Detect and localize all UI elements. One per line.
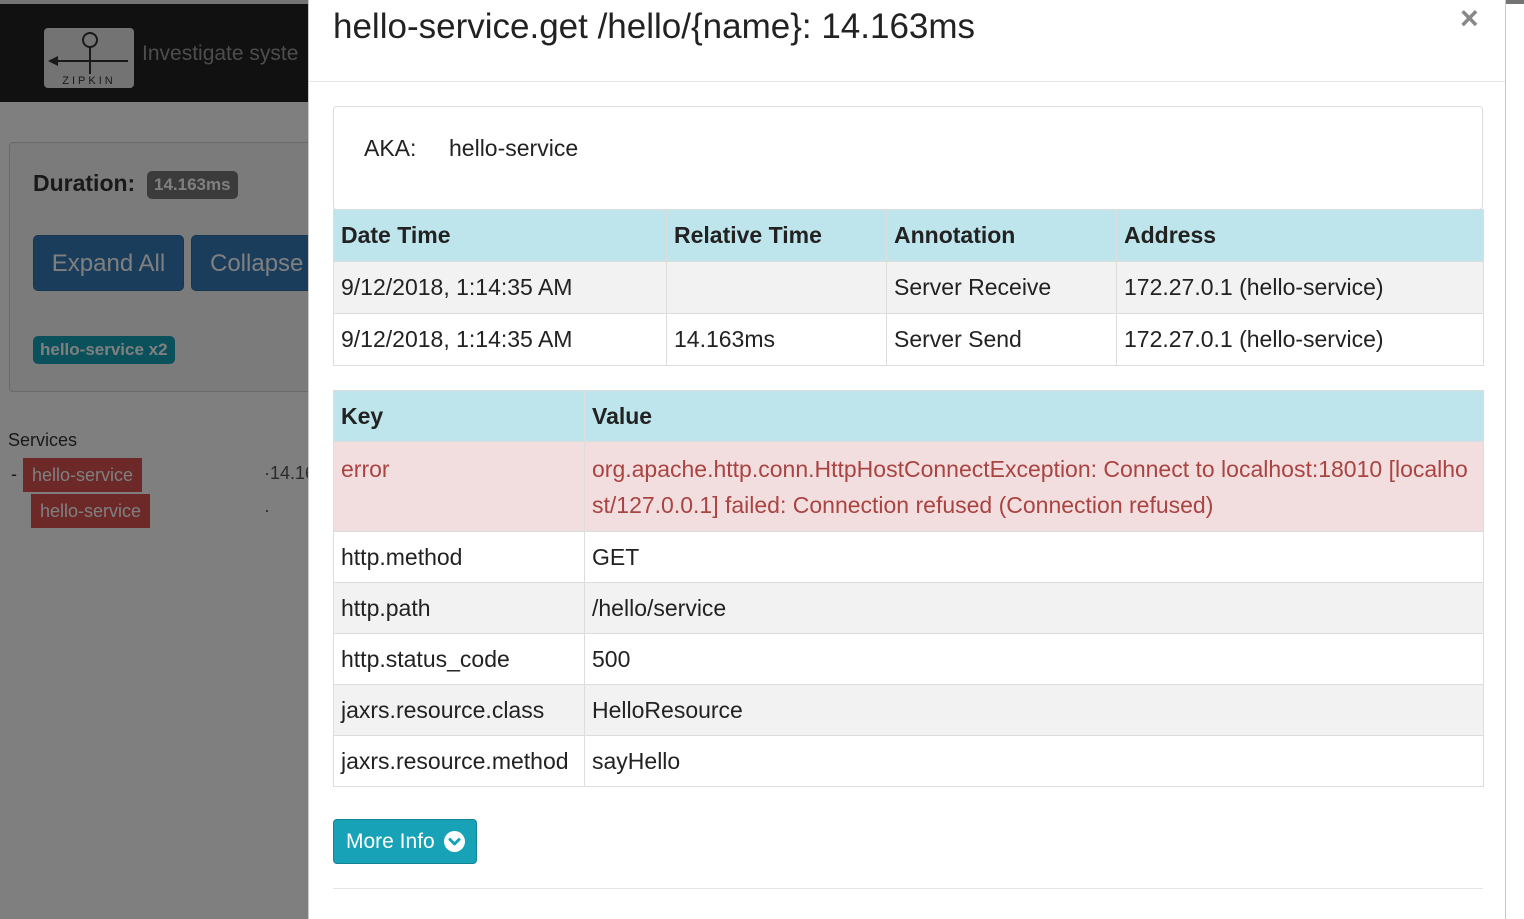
more-info-button[interactable]: More Info bbox=[333, 819, 477, 864]
tag-value-cell: sayHello bbox=[584, 735, 1484, 787]
annotation-cell: Server Receive bbox=[886, 261, 1117, 314]
date-time-cell: 9/12/2018, 1:14:35 AM bbox=[333, 261, 667, 314]
relative-time-cell bbox=[666, 261, 887, 314]
table-row: 9/12/2018, 1:14:35 AM 14.163ms Server Se… bbox=[333, 313, 1484, 366]
address-cell: 172.27.0.1 (hello-service) bbox=[1116, 313, 1484, 366]
column-header-date-time: Date Time bbox=[333, 209, 667, 262]
aka-label: AKA: bbox=[364, 135, 417, 161]
column-header-annotation: Annotation bbox=[886, 209, 1117, 262]
column-header-relative-time: Relative Time bbox=[666, 209, 887, 262]
table-row: jaxrs.resource.method sayHello bbox=[333, 735, 1484, 787]
table-row: http.path /hello/service bbox=[333, 582, 1484, 634]
table-row: jaxrs.resource.class HelloResource bbox=[333, 684, 1484, 736]
tag-key-cell: http.method bbox=[333, 531, 585, 583]
table-header-row: Date Time Relative Time Annotation Addre… bbox=[333, 209, 1484, 262]
table-row: http.status_code 500 bbox=[333, 633, 1484, 685]
table-header-row: Key Value bbox=[333, 390, 1484, 442]
modal-footer-divider bbox=[333, 888, 1483, 889]
tag-key-cell: jaxrs.resource.method bbox=[333, 735, 585, 787]
column-header-key: Key bbox=[333, 390, 585, 442]
annotations-table: Date Time Relative Time Annotation Addre… bbox=[333, 209, 1484, 366]
column-header-value: Value bbox=[584, 390, 1484, 442]
address-cell: 172.27.0.1 (hello-service) bbox=[1116, 261, 1484, 314]
relative-time-cell: 14.163ms bbox=[666, 313, 887, 366]
table-row: 9/12/2018, 1:14:35 AM Server Receive 172… bbox=[333, 261, 1484, 314]
tag-key-cell: http.status_code bbox=[333, 633, 585, 685]
tags-table: Key Value error org.apache.http.conn.Htt… bbox=[333, 390, 1484, 787]
annotation-cell: Server Send bbox=[886, 313, 1117, 366]
modal-title: hello-service.get /hello/{name}: 14.163m… bbox=[333, 7, 976, 46]
aka-value: hello-service bbox=[449, 135, 579, 161]
tag-value-cell: /hello/service bbox=[584, 582, 1484, 634]
span-detail-modal: hello-service.get /hello/{name}: 14.163m… bbox=[308, 0, 1506, 919]
page-scrollbar[interactable] bbox=[1506, 4, 1524, 919]
tag-value-cell: org.apache.http.conn.HttpHostConnectExce… bbox=[584, 441, 1484, 532]
date-time-cell: 9/12/2018, 1:14:35 AM bbox=[333, 313, 667, 366]
tag-value-cell: 500 bbox=[584, 633, 1484, 685]
tag-value-cell: HelloResource bbox=[584, 684, 1484, 736]
scrollbar-thumb[interactable] bbox=[1511, 14, 1519, 104]
tag-value-cell: GET bbox=[584, 531, 1484, 583]
close-button[interactable]: × bbox=[1460, 0, 1479, 36]
tag-key-cell: jaxrs.resource.class bbox=[333, 684, 585, 736]
more-info-label: More Info bbox=[346, 830, 435, 853]
chevron-circle-down-icon bbox=[444, 831, 465, 852]
modal-header: hello-service.get /hello/{name}: 14.163m… bbox=[309, 0, 1505, 82]
aka-panel: AKA: hello-service bbox=[333, 106, 1483, 210]
column-header-address: Address bbox=[1116, 209, 1484, 262]
tag-key-cell: http.path bbox=[333, 582, 585, 634]
table-row: http.method GET bbox=[333, 531, 1484, 583]
error-tag-row: error org.apache.http.conn.HttpHostConne… bbox=[333, 441, 1484, 532]
tag-key-cell: error bbox=[333, 441, 585, 532]
